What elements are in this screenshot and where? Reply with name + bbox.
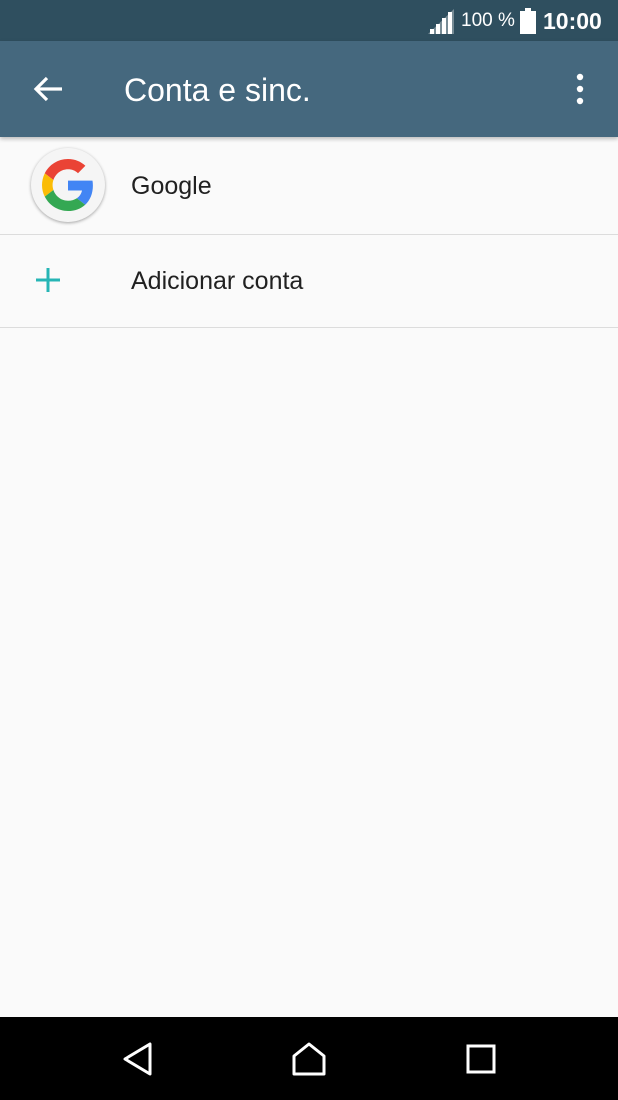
navigation-bar [0, 1017, 618, 1100]
add-account-label: Adicionar conta [131, 267, 304, 295]
app-bar: Conta e sinc. [0, 41, 618, 137]
nav-recents-icon[interactable] [463, 1041, 499, 1077]
back-arrow-icon[interactable] [28, 71, 68, 107]
clock: 10:00 [543, 8, 602, 34]
google-avatar [31, 148, 105, 222]
battery-percentage: 100 % [461, 10, 515, 31]
status-bar: 100 % 10:00 [0, 0, 618, 41]
google-logo-icon [42, 159, 93, 211]
signal-icon [428, 9, 454, 34]
nav-home-icon[interactable] [291, 1041, 327, 1077]
account-item-google[interactable]: Google [0, 137, 618, 235]
account-list: Google Adicionar conta [0, 137, 618, 328]
more-vert-icon[interactable] [568, 69, 592, 109]
add-account-button[interactable]: Adicionar conta [0, 235, 618, 328]
account-item-label: Google [131, 172, 212, 200]
plus-icon [36, 268, 60, 292]
nav-back-icon[interactable] [120, 1041, 156, 1077]
page-title: Conta e sinc. [124, 72, 311, 108]
battery-icon [520, 8, 536, 34]
